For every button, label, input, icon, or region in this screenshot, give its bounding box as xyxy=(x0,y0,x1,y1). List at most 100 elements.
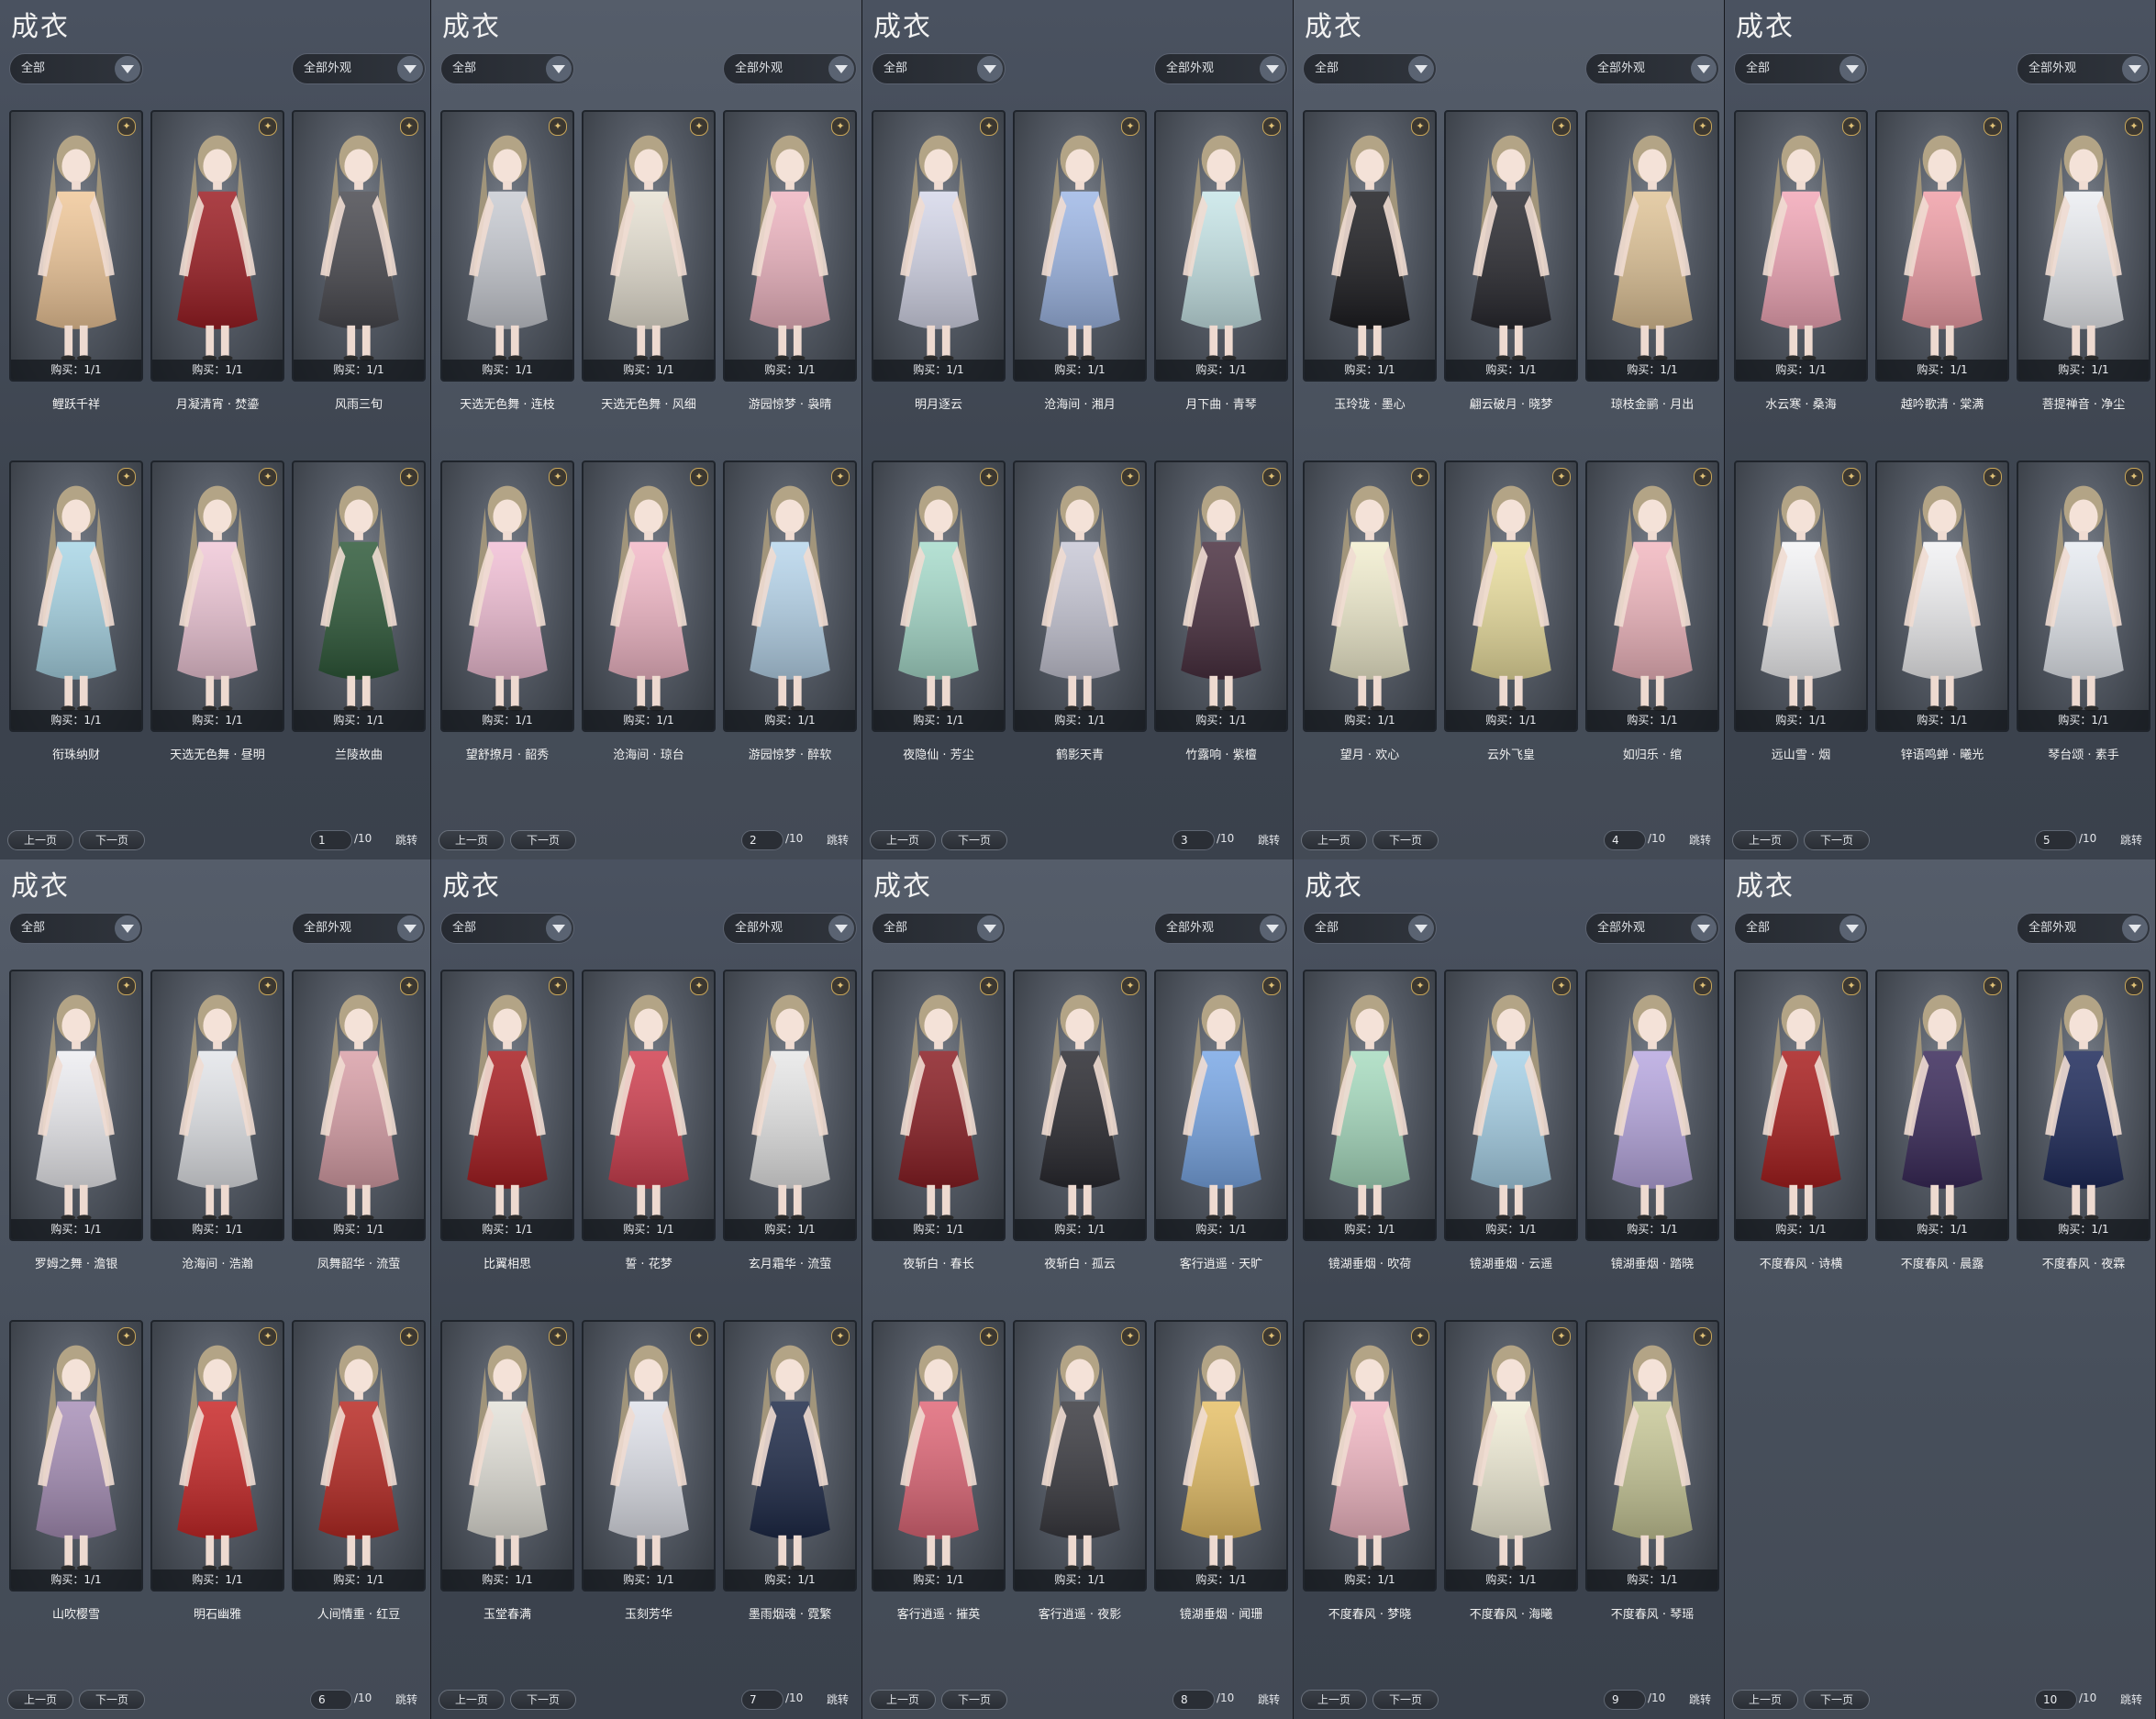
jump-button[interactable]: 跳转 xyxy=(1250,1690,1288,1710)
outfit-card[interactable]: ✦ 购买：1/1 xyxy=(872,1320,1006,1591)
next-page-button[interactable]: 下一页 xyxy=(79,1690,145,1710)
outfit-card[interactable]: ✦ 购买：1/1 xyxy=(9,460,143,732)
page-number-input[interactable]: 4 xyxy=(1604,830,1646,850)
outfit-card[interactable]: ✦ 购买：1/1 xyxy=(2017,460,2150,732)
outfit-card[interactable]: ✦ 购买：1/1 xyxy=(723,460,857,732)
page-number-input[interactable]: 1 xyxy=(310,830,352,850)
outfit-card[interactable]: ✦ 购买：1/1 xyxy=(150,110,284,382)
outfit-card[interactable]: ✦ 购买：1/1 xyxy=(582,460,716,732)
outfit-card[interactable]: ✦ 购买：1/1 xyxy=(582,970,716,1241)
outfit-card[interactable]: ✦ 购买：1/1 xyxy=(150,460,284,732)
outfit-card[interactable]: ✦ 购买：1/1 xyxy=(1013,970,1147,1241)
prev-page-button[interactable]: 上一页 xyxy=(870,1690,936,1710)
outfit-card[interactable]: ✦ 购买：1/1 xyxy=(1154,970,1288,1241)
prev-page-button[interactable]: 上一页 xyxy=(870,830,936,850)
outfit-card[interactable]: ✦ 购买：1/1 xyxy=(292,460,426,732)
page-number-input[interactable]: 2 xyxy=(741,830,783,850)
prev-page-button[interactable]: 上一页 xyxy=(1301,1690,1367,1710)
outfit-card[interactable]: ✦ 购买：1/1 xyxy=(1444,1320,1578,1591)
outfit-card[interactable]: ✦ 购买：1/1 xyxy=(1303,970,1437,1241)
appearance-dropdown[interactable]: 全部外观 xyxy=(292,913,426,944)
outfit-card[interactable]: ✦ 购买：1/1 xyxy=(1013,1320,1147,1591)
jump-button[interactable]: 跳转 xyxy=(1681,830,1719,850)
category-dropdown[interactable]: 全部 xyxy=(9,53,143,84)
outfit-card[interactable]: ✦ 购买：1/1 xyxy=(1154,1320,1288,1591)
prev-page-button[interactable]: 上一页 xyxy=(7,830,73,850)
next-page-button[interactable]: 下一页 xyxy=(1804,830,1870,850)
category-dropdown[interactable]: 全部 xyxy=(872,913,1006,944)
jump-button[interactable]: 跳转 xyxy=(2112,1690,2150,1710)
prev-page-button[interactable]: 上一页 xyxy=(1732,1690,1798,1710)
category-dropdown[interactable]: 全部 xyxy=(440,53,574,84)
outfit-card[interactable]: ✦ 购买：1/1 xyxy=(150,970,284,1241)
outfit-card[interactable]: ✦ 购买：1/1 xyxy=(872,970,1006,1241)
outfit-card[interactable]: ✦ 购买：1/1 xyxy=(440,110,574,382)
outfit-card[interactable]: ✦ 购买：1/1 xyxy=(9,1320,143,1591)
outfit-card[interactable]: ✦ 购买：1/1 xyxy=(440,460,574,732)
outfit-card[interactable]: ✦ 购买：1/1 xyxy=(1585,1320,1719,1591)
prev-page-button[interactable]: 上一页 xyxy=(7,1690,73,1710)
appearance-dropdown[interactable]: 全部外观 xyxy=(1585,913,1719,944)
outfit-card[interactable]: ✦ 购买：1/1 xyxy=(1444,110,1578,382)
outfit-card[interactable]: ✦ 购买：1/1 xyxy=(872,460,1006,732)
page-number-input[interactable]: 9 xyxy=(1604,1690,1646,1710)
outfit-card[interactable]: ✦ 购买：1/1 xyxy=(723,110,857,382)
prev-page-button[interactable]: 上一页 xyxy=(439,1690,505,1710)
next-page-button[interactable]: 下一页 xyxy=(510,1690,576,1710)
category-dropdown[interactable]: 全部 xyxy=(9,913,143,944)
appearance-dropdown[interactable]: 全部外观 xyxy=(1154,913,1288,944)
next-page-button[interactable]: 下一页 xyxy=(1804,1690,1870,1710)
category-dropdown[interactable]: 全部 xyxy=(1734,913,1868,944)
outfit-card[interactable]: ✦ 购买：1/1 xyxy=(1013,110,1147,382)
outfit-card[interactable]: ✦ 购买：1/1 xyxy=(292,110,426,382)
outfit-card[interactable]: ✦ 购买：1/1 xyxy=(150,1320,284,1591)
outfit-card[interactable]: ✦ 购买：1/1 xyxy=(1154,110,1288,382)
outfit-card[interactable]: ✦ 购买：1/1 xyxy=(9,970,143,1241)
next-page-button[interactable]: 下一页 xyxy=(941,830,1007,850)
outfit-card[interactable]: ✦ 购买：1/1 xyxy=(1585,970,1719,1241)
appearance-dropdown[interactable]: 全部外观 xyxy=(1154,53,1288,84)
jump-button[interactable]: 跳转 xyxy=(1681,1690,1719,1710)
appearance-dropdown[interactable]: 全部外观 xyxy=(2017,53,2150,84)
outfit-card[interactable]: ✦ 购买：1/1 xyxy=(582,110,716,382)
outfit-card[interactable]: ✦ 购买：1/1 xyxy=(582,1320,716,1591)
page-number-input[interactable]: 5 xyxy=(2035,830,2077,850)
category-dropdown[interactable]: 全部 xyxy=(872,53,1006,84)
jump-button[interactable]: 跳转 xyxy=(387,830,426,850)
category-dropdown[interactable]: 全部 xyxy=(1303,913,1437,944)
outfit-card[interactable]: ✦ 购买：1/1 xyxy=(292,1320,426,1591)
page-number-input[interactable]: 3 xyxy=(1172,830,1215,850)
category-dropdown[interactable]: 全部 xyxy=(1734,53,1868,84)
outfit-card[interactable]: ✦ 购买：1/1 xyxy=(1585,110,1719,382)
outfit-card[interactable]: ✦ 购买：1/1 xyxy=(1303,110,1437,382)
category-dropdown[interactable]: 全部 xyxy=(440,913,574,944)
page-number-input[interactable]: 6 xyxy=(310,1690,352,1710)
appearance-dropdown[interactable]: 全部外观 xyxy=(723,913,857,944)
prev-page-button[interactable]: 上一页 xyxy=(439,830,505,850)
outfit-card[interactable]: ✦ 购买：1/1 xyxy=(1303,460,1437,732)
outfit-card[interactable]: ✦ 购买：1/1 xyxy=(1734,110,1868,382)
jump-button[interactable]: 跳转 xyxy=(818,1690,857,1710)
prev-page-button[interactable]: 上一页 xyxy=(1301,830,1367,850)
outfit-card[interactable]: ✦ 购买：1/1 xyxy=(1875,970,2009,1241)
next-page-button[interactable]: 下一页 xyxy=(510,830,576,850)
appearance-dropdown[interactable]: 全部外观 xyxy=(2017,913,2150,944)
jump-button[interactable]: 跳转 xyxy=(2112,830,2150,850)
appearance-dropdown[interactable]: 全部外观 xyxy=(1585,53,1719,84)
outfit-card[interactable]: ✦ 购买：1/1 xyxy=(723,970,857,1241)
outfit-card[interactable]: ✦ 购买：1/1 xyxy=(292,970,426,1241)
prev-page-button[interactable]: 上一页 xyxy=(1732,830,1798,850)
jump-button[interactable]: 跳转 xyxy=(1250,830,1288,850)
outfit-card[interactable]: ✦ 购买：1/1 xyxy=(1444,460,1578,732)
jump-button[interactable]: 跳转 xyxy=(387,1690,426,1710)
outfit-card[interactable]: ✦ 购买：1/1 xyxy=(723,1320,857,1591)
outfit-card[interactable]: ✦ 购买：1/1 xyxy=(9,110,143,382)
outfit-card[interactable]: ✦ 购买：1/1 xyxy=(440,970,574,1241)
outfit-card[interactable]: ✦ 购买：1/1 xyxy=(440,1320,574,1591)
outfit-card[interactable]: ✦ 购买：1/1 xyxy=(1154,460,1288,732)
outfit-card[interactable]: ✦ 购买：1/1 xyxy=(2017,970,2150,1241)
next-page-button[interactable]: 下一页 xyxy=(941,1690,1007,1710)
next-page-button[interactable]: 下一页 xyxy=(1373,1690,1439,1710)
outfit-card[interactable]: ✦ 购买：1/1 xyxy=(872,110,1006,382)
jump-button[interactable]: 跳转 xyxy=(818,830,857,850)
